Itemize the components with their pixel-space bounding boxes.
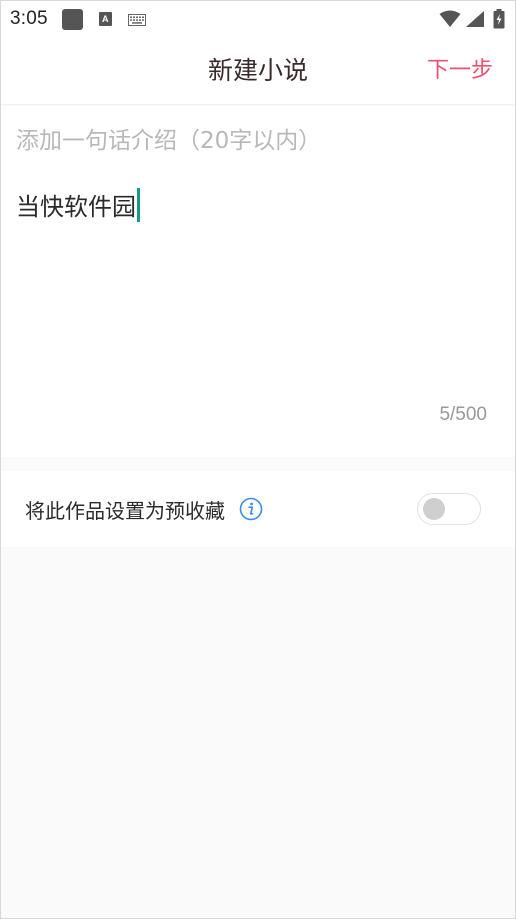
top-toolbar: 新建小说 下一步 <box>1 37 515 105</box>
char-counter: 5/500 <box>439 404 487 425</box>
info-icon[interactable] <box>239 497 263 521</box>
presale-label: 将此作品设置为预收藏 <box>25 498 225 523</box>
app-screen: 3:05 A 新建小说 下一步 添加一句话介绍（20字以内） 当快软件园 5/5… <box>0 0 516 919</box>
toggle-knob <box>423 498 445 520</box>
status-bar: 3:05 A <box>1 1 515 37</box>
status-system-icons <box>435 9 505 29</box>
presale-toggle[interactable] <box>417 493 481 525</box>
keyboard-icon <box>127 14 146 26</box>
intro-input[interactable]: 添加一句话介绍（20字以内） <box>16 121 321 155</box>
presale-setting-row: 将此作品设置为预收藏 <box>1 471 515 547</box>
text-caret <box>137 187 140 222</box>
novel-editor: 添加一句话介绍（20字以内） 当快软件园 5/500 <box>1 106 515 457</box>
content-textarea[interactable]: 当快软件园 <box>16 187 140 222</box>
status-notification-icons: A <box>61 8 146 30</box>
status-time: 3:05 <box>10 8 48 29</box>
next-step-button[interactable]: 下一步 <box>427 37 493 105</box>
battery-charging-icon <box>493 9 505 29</box>
content-value: 当快软件园 <box>16 193 136 221</box>
signal-icon <box>466 11 484 27</box>
notification-square-icon <box>61 8 83 30</box>
a-text-icon: A <box>98 12 112 26</box>
wifi-icon <box>439 10 461 27</box>
